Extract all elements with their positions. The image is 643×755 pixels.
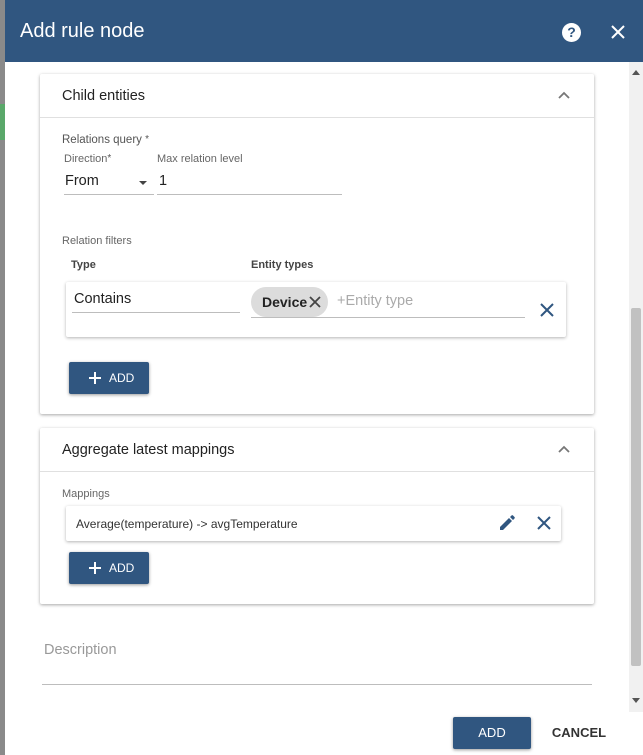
relation-filters-label: Relation filters [62,235,132,247]
relations-query-label: Relations query * [62,134,150,146]
dialog-add-button[interactable]: ADD [453,717,531,749]
direction-select[interactable]: From [64,170,154,196]
direction-underline [64,194,154,195]
add-rule-node-dialog: Add rule node ? Child entities Relations… [5,0,643,755]
entity-type-input[interactable]: +Entity type [337,293,413,309]
relation-filter-row: Contains Device +Entity type [66,282,566,337]
dialog-cancel-button[interactable]: CANCEL [545,717,613,749]
relation-type-input[interactable]: Contains [74,291,131,307]
remove-filter-icon[interactable] [540,303,554,317]
aggregate-mappings-title: Aggregate latest mappings [62,442,235,458]
direction-value: From [65,173,99,189]
child-entities-title: Child entities [62,88,146,104]
close-icon[interactable] [610,24,626,40]
scroll-down-icon[interactable] [632,698,640,703]
child-entities-header[interactable]: Child entities [40,74,594,118]
plus-icon [89,562,101,574]
plus-icon [89,372,101,384]
add-relation-filter-label: ADD [109,371,135,385]
relation-type-underline [72,312,240,313]
aggregate-mappings-header[interactable]: Aggregate latest mappings [40,428,594,472]
description-placeholder: Description [44,642,117,658]
device-chip: Device [251,287,328,317]
dialog-title: Add rule node [20,20,145,42]
mapping-row: Average(temperature) -> avgTemperature [66,506,561,541]
caret-down-icon [139,181,147,185]
scroll-thumb[interactable] [631,308,641,666]
add-relation-filter-button[interactable]: ADD [69,362,149,394]
max-level-underline [157,194,342,195]
chevron-up-icon[interactable] [558,445,570,453]
scroll-up-icon[interactable] [632,70,640,75]
chip-remove-icon[interactable] [308,295,322,309]
child-entities-panel: Child entities Relations query * Directi… [40,74,594,414]
description-underline [42,684,592,685]
chevron-up-icon[interactable] [558,91,570,99]
remove-mapping-icon[interactable] [537,516,551,530]
content-scrollbar[interactable] [629,62,643,712]
mapping-text: Average(temperature) -> avgTemperature [76,517,298,531]
direction-label: Direction* [64,153,112,165]
entity-type-underline [251,317,525,318]
add-mapping-button[interactable]: ADD [69,552,149,584]
max-level-label: Max relation level [157,153,243,165]
aggregate-mappings-panel: Aggregate latest mappings Mappings Avera… [40,428,594,604]
max-level-input[interactable]: 1 [159,173,167,189]
add-mapping-label: ADD [109,561,135,575]
help-icon[interactable]: ? [562,23,581,42]
dialog-content: Child entities Relations query * Directi… [5,62,643,712]
device-chip-label: Device [262,294,308,310]
entity-types-column-header: Entity types [251,259,314,271]
dialog-header: Add rule node ? [5,0,643,62]
mappings-label: Mappings [62,488,110,500]
type-column-header: Type [71,259,96,271]
edit-icon[interactable] [498,514,516,532]
